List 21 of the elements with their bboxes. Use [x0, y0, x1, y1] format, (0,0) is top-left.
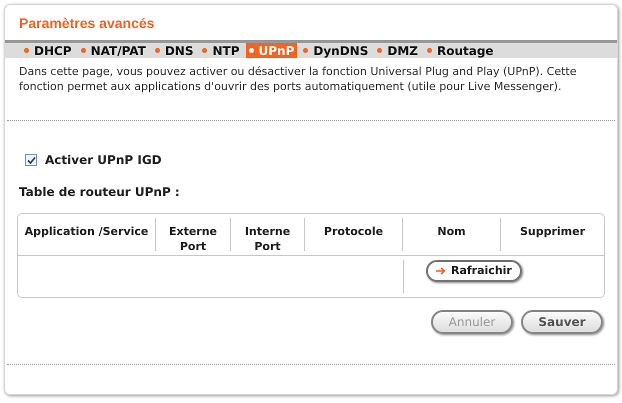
- checkbox[interactable]: [25, 154, 37, 166]
- refresh-button[interactable]: Rafraichir: [426, 260, 522, 282]
- column-header: Nom: [403, 218, 501, 251]
- tab[interactable]: NAT/PAT: [78, 43, 149, 58]
- column-header: Protocole: [305, 218, 403, 251]
- checkbox-label: Activer UPnP IGD: [45, 152, 162, 169]
- page-title: Paramètres avancés: [18, 14, 156, 33]
- column-header: Supprimer: [518, 224, 586, 240]
- tab[interactable]: DNS: [152, 43, 196, 58]
- table-title: Table de routeur UPnP :: [19, 184, 181, 201]
- tab[interactable]: Routage: [424, 43, 497, 58]
- tab[interactable]: NTP: [199, 43, 242, 58]
- column-header: Interne Port: [231, 218, 305, 251]
- arrow-icon: [436, 267, 446, 275]
- tab[interactable]: DMZ: [374, 43, 421, 58]
- action-button[interactable]: Sauver: [521, 310, 603, 334]
- description-text: Dans cette page, vous pouvez activer ou désactiver la fonction Universal Plug and Play (UPnP). Cette fonction permet aux applications d'ouvrir des ports automatiquement (utile pour Live Messenger).: [18, 64, 578, 94]
- tab[interactable]: DHCP: [21, 43, 75, 58]
- tab[interactable]: DynDNS: [300, 43, 372, 58]
- column-header: Externe Port: [156, 218, 231, 251]
- column-header: Application /Service: [18, 218, 156, 251]
